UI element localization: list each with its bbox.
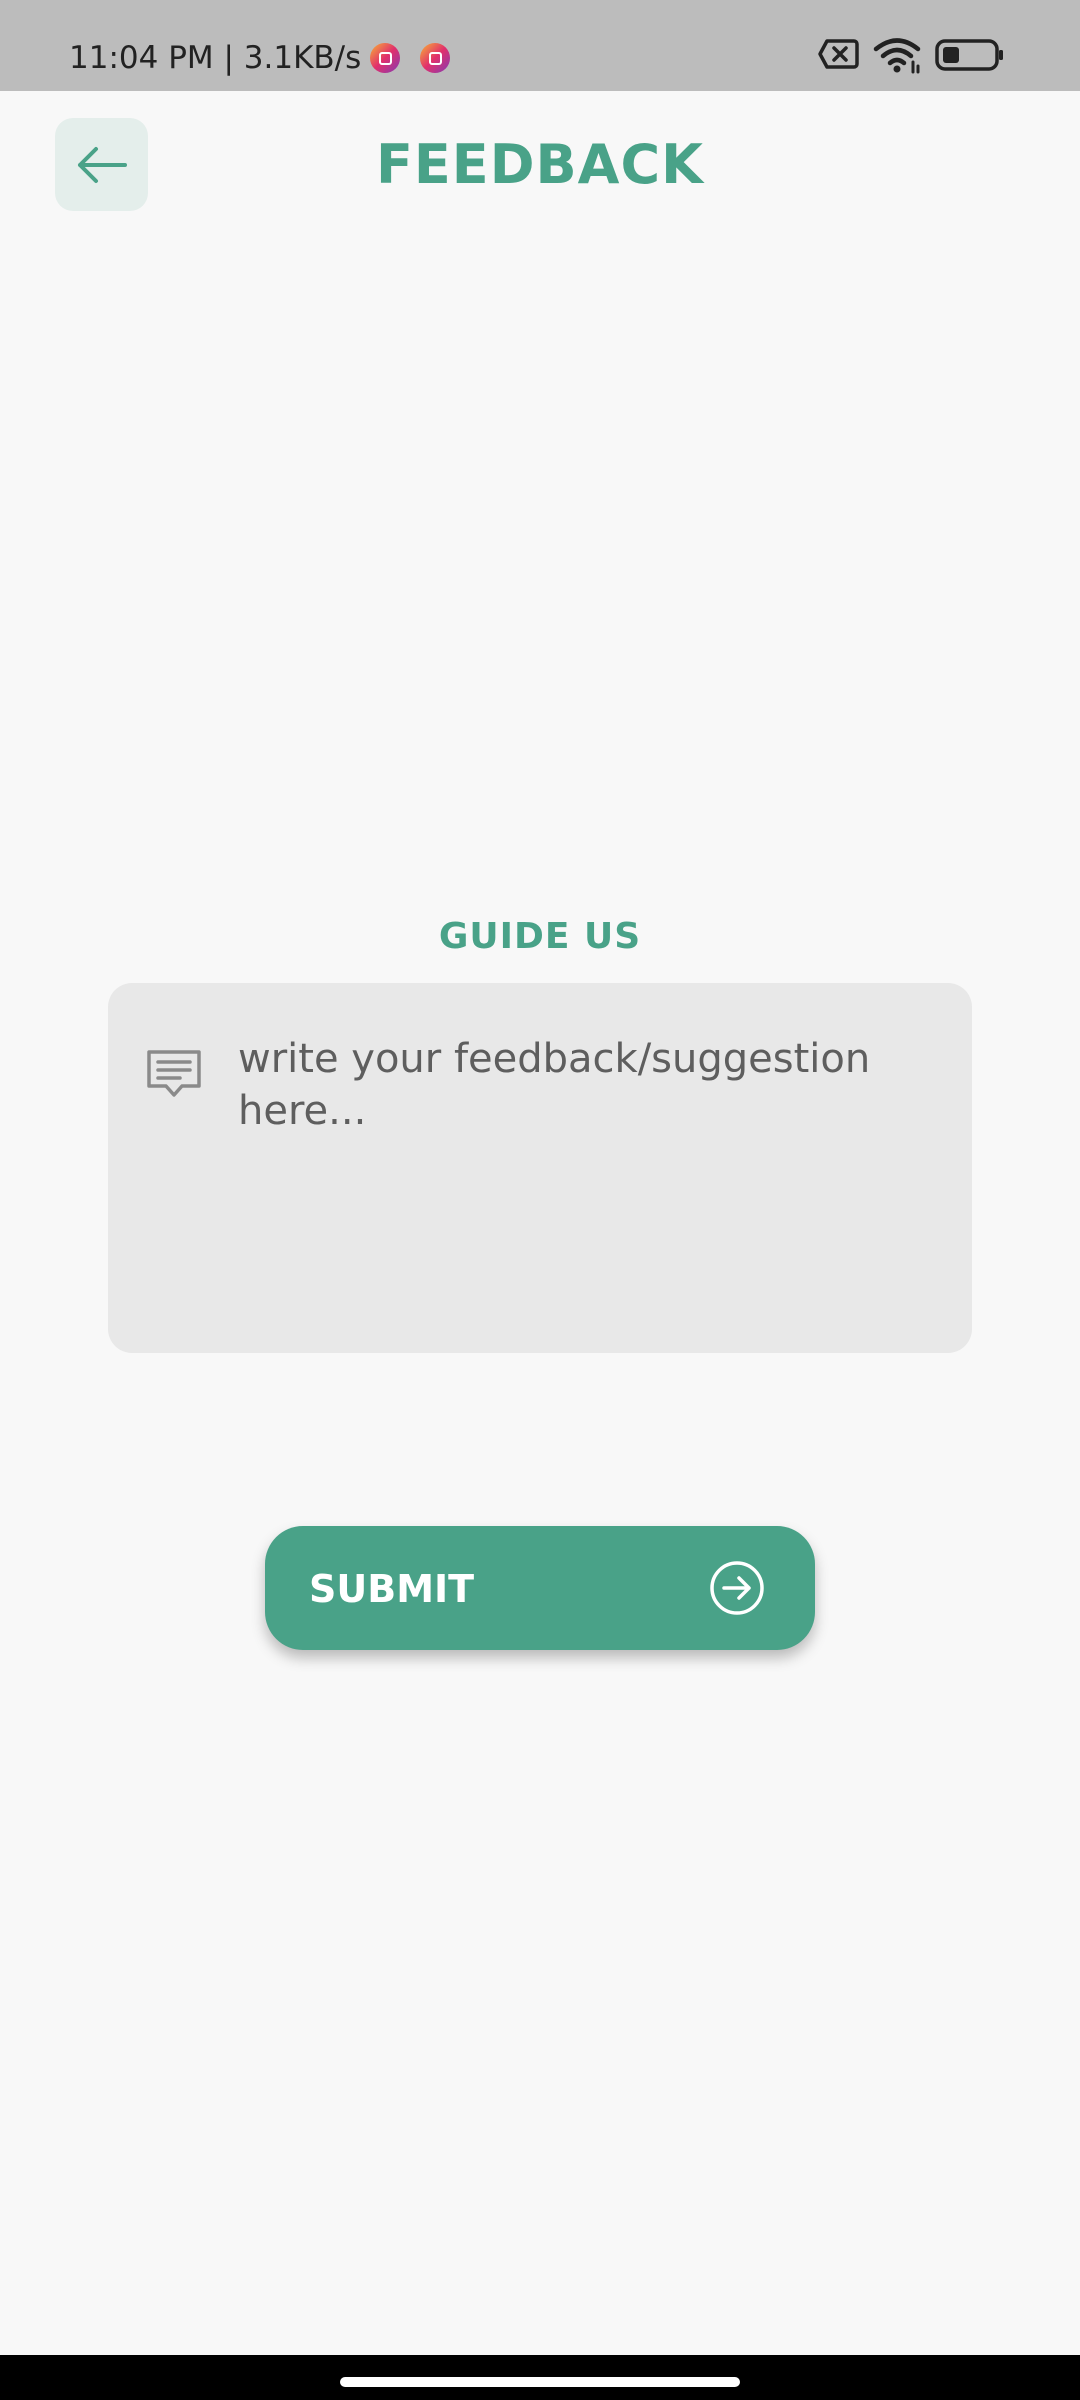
feedback-box <box>108 983 972 1353</box>
instagram-icon <box>420 43 450 73</box>
sim-error-icon <box>818 39 859 69</box>
submit-label: SUBMIT <box>309 1567 475 1611</box>
wifi-icon <box>873 38 921 74</box>
status-bar: 11:04 PM | 3.1KB/s <box>0 0 1080 91</box>
instagram-icon <box>370 43 400 73</box>
message-icon <box>147 1050 201 1097</box>
section-heading: GUIDE US <box>438 916 642 957</box>
submit-button[interactable]: SUBMIT <box>265 1526 815 1650</box>
page-title: FEEDBACK <box>376 133 704 196</box>
navigation-bar <box>0 2355 1080 2400</box>
status-time: 11:04 PM | 3.1KB/s <box>69 40 362 76</box>
feedback-input[interactable] <box>238 1033 938 1323</box>
arrow-right-circle-icon <box>710 1561 764 1615</box>
battery-icon <box>935 39 1003 71</box>
home-indicator[interactable] <box>340 2377 740 2387</box>
